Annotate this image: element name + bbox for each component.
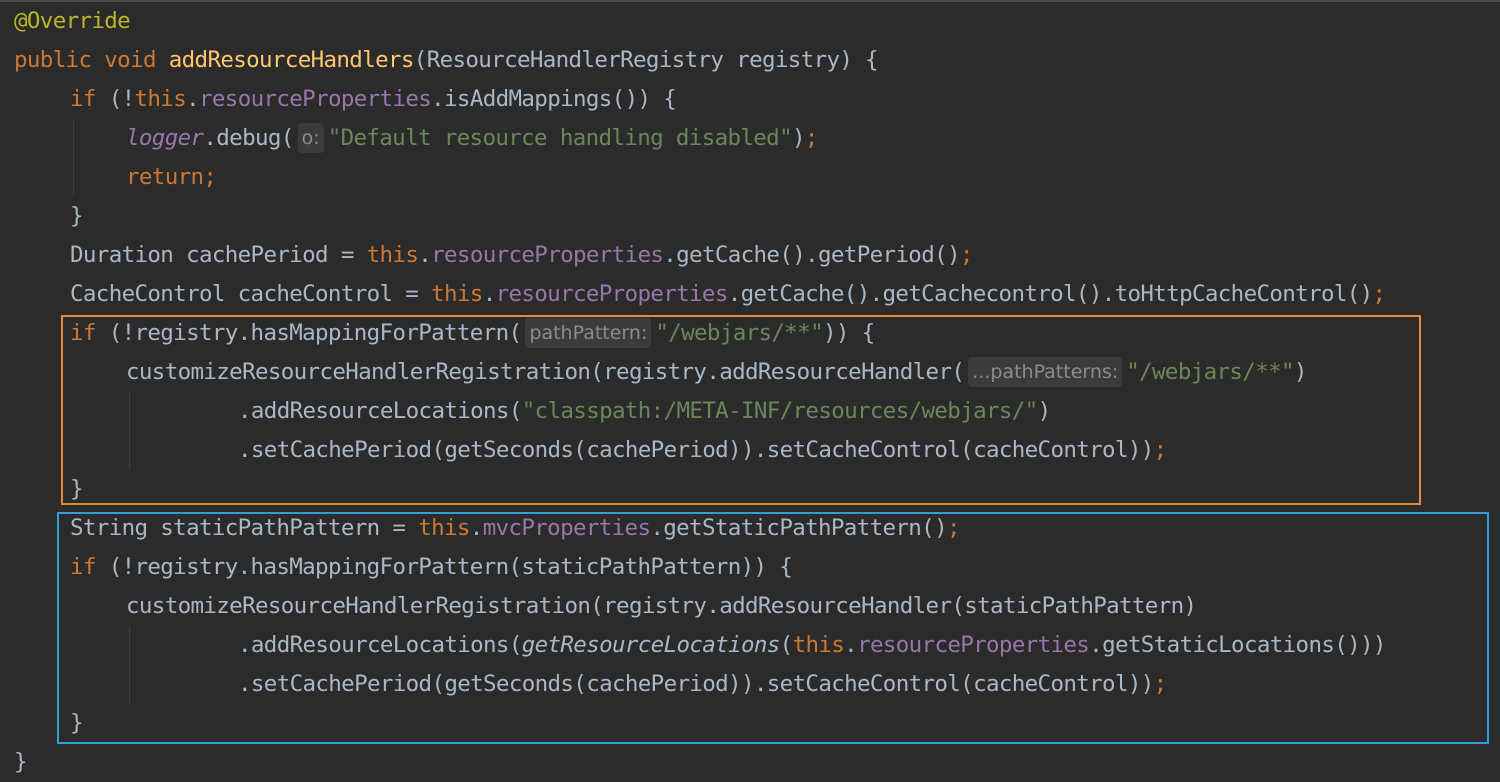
code-token: (! bbox=[108, 86, 135, 112]
code-line[interactable]: public void addResourceHandlers(Resource… bbox=[14, 41, 1386, 80]
code-line[interactable]: } bbox=[14, 197, 1386, 236]
code-line[interactable]: if (!this.resourceProperties.isAddMappin… bbox=[14, 80, 1386, 119]
code-token: if bbox=[70, 86, 109, 112]
indent-guide bbox=[73, 119, 74, 197]
highlight-box-static-path bbox=[57, 512, 1489, 744]
code-line[interactable]: Duration cachePeriod = this.resourceProp… bbox=[14, 236, 1386, 275]
code-token: ; bbox=[203, 164, 217, 190]
code-token: CacheControl cacheControl = bbox=[70, 281, 432, 307]
code-token: ) bbox=[791, 125, 806, 151]
code-line[interactable]: } bbox=[14, 743, 1386, 782]
code-token: public void bbox=[14, 47, 169, 73]
parameter-hint: o: bbox=[297, 123, 324, 153]
code-token: ; bbox=[1372, 281, 1387, 307]
code-token: } bbox=[14, 749, 28, 775]
code-token: ; bbox=[804, 125, 819, 151]
code-token: . bbox=[418, 242, 432, 268]
code-token: .isAddMappings()) { bbox=[431, 86, 677, 112]
code-token: resourceProperties bbox=[199, 86, 432, 112]
code-token: addResourceHandlers bbox=[168, 47, 415, 73]
code-token: this bbox=[134, 86, 187, 112]
code-token: resourceProperties bbox=[495, 281, 729, 307]
code-token: resourceProperties bbox=[431, 242, 664, 268]
code-token: (ResourceHandlerRegistry registry) { bbox=[413, 47, 879, 73]
code-token: this bbox=[366, 242, 419, 268]
code-token: } bbox=[70, 203, 84, 229]
code-token: . bbox=[482, 281, 497, 307]
code-token: @Override bbox=[14, 8, 131, 34]
code-token: Duration cachePeriod = bbox=[70, 242, 367, 268]
code-token: . bbox=[186, 86, 200, 112]
code-token: ; bbox=[959, 242, 974, 268]
code-token: this bbox=[431, 281, 483, 307]
code-token: "Default resource handling disabled" bbox=[327, 125, 793, 151]
highlight-box-webjars bbox=[61, 315, 1421, 505]
code-line[interactable]: return; bbox=[14, 158, 1386, 197]
code-line[interactable]: logger.debug(o: "Default resource handlin… bbox=[14, 119, 1386, 158]
code-token: logger bbox=[126, 125, 204, 151]
code-line[interactable]: CacheControl cacheControl = this.resourc… bbox=[14, 275, 1386, 314]
code-token: .debug( bbox=[203, 125, 294, 151]
code-token: return bbox=[126, 164, 204, 190]
code-token: .getCache().getCachecontrol().toHttpCach… bbox=[727, 281, 1373, 307]
code-line[interactable]: @Override bbox=[14, 2, 1386, 41]
code-token: .getCache().getPeriod() bbox=[663, 242, 960, 268]
